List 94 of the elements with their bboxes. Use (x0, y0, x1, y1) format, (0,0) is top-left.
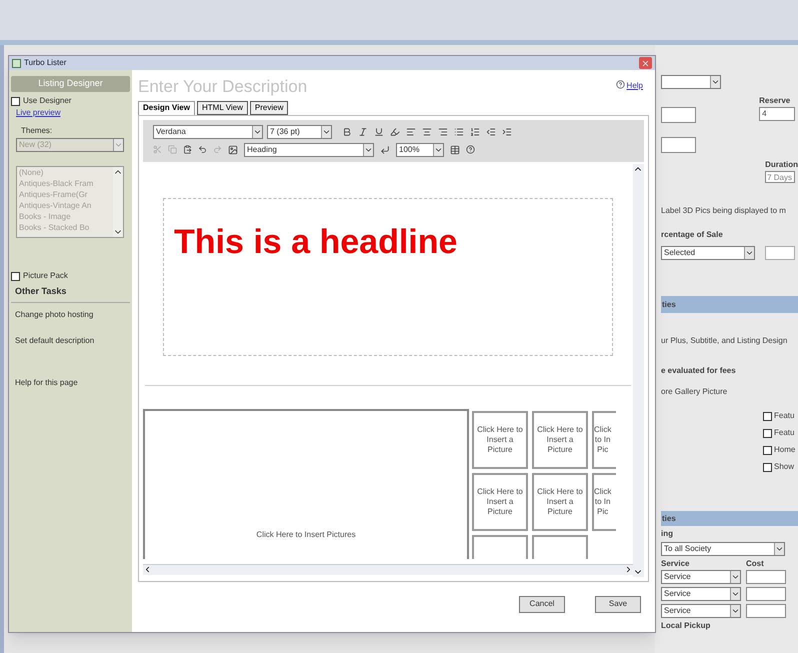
option-label: Show (774, 461, 794, 473)
picture-area[interactable]: Click Here to Insert Pictures (143, 408, 469, 558)
picture-slot[interactable]: Click Here to Insert a Picture (532, 472, 588, 530)
text-field[interactable] (661, 137, 696, 153)
format-icon[interactable] (502, 126, 512, 136)
close-icon (641, 58, 650, 68)
help-icon[interactable] (466, 145, 475, 154)
picture-slot[interactable]: Click to In Pic (592, 472, 616, 530)
table-icon[interactable] (450, 144, 460, 154)
note-text: ur Plus, Subtitle, and Listing Design (661, 335, 788, 347)
section-header: ties (661, 511, 798, 526)
picture-slot[interactable]: Click Here to Insert a Picture (532, 410, 588, 468)
zoom-select[interactable]: 100% (396, 142, 444, 156)
select-field[interactable] (661, 75, 721, 89)
themes-label: Themes: (21, 125, 54, 137)
help-link[interactable]: Help (626, 80, 643, 92)
format-icon[interactable] (438, 126, 448, 136)
tab[interactable]: HTML View (196, 100, 248, 114)
tab[interactable]: Design View (138, 100, 195, 114)
format-icon[interactable] (486, 126, 496, 136)
select-field[interactable]: Service (661, 604, 741, 618)
app-icon (12, 58, 21, 68)
undo-icon[interactable] (198, 145, 207, 154)
note-text: Label 3D Pics being displayed to m (661, 205, 787, 217)
field-label: Reserve (759, 95, 792, 107)
picture-slot[interactable]: Click to In Pic (592, 410, 616, 468)
format-icon[interactable] (374, 126, 384, 136)
dialog-heading: Enter Your Description (138, 76, 308, 98)
tab[interactable]: Preview (250, 100, 288, 114)
insert-pictures-text: Click Here to Insert Pictures (256, 528, 356, 540)
preview-link[interactable]: Live preview (16, 107, 130, 119)
task-link[interactable]: Change photo hosting (15, 308, 130, 320)
task-link[interactable]: Set default description (15, 334, 130, 346)
text-field[interactable] (746, 570, 786, 584)
note-text: ore Gallery Picture (661, 386, 728, 398)
dialog-button[interactable]: Cancel (519, 596, 565, 612)
window-title: Turbo Lister (24, 57, 66, 69)
text-field[interactable] (746, 604, 786, 618)
checkbox[interactable] (763, 446, 772, 454)
help-icon (616, 80, 625, 89)
picture-slot[interactable]: Click Here to Insert a Picture (472, 472, 528, 530)
format-icon[interactable] (406, 126, 416, 136)
select-field[interactable]: Service (661, 570, 741, 584)
checkbox[interactable] (763, 412, 772, 420)
section-label: e evaluated for fees (661, 365, 737, 377)
select-field[interactable]: To all Society (661, 542, 785, 556)
font-select[interactable]: Verdana (153, 124, 263, 138)
headline-block[interactable]: This is a headline (163, 198, 613, 356)
section-title: Other Tasks (15, 285, 68, 298)
format-icon[interactable] (470, 126, 480, 136)
text-field[interactable] (661, 107, 696, 123)
text-field[interactable]: 4 (759, 107, 796, 121)
checkbox-label: Use Designer (23, 95, 72, 107)
checkbox[interactable] (763, 428, 772, 438)
format-icon[interactable] (358, 126, 368, 136)
task-link[interactable]: Help for this page (15, 376, 130, 388)
scroll-left-icon[interactable] (143, 565, 152, 574)
option-label: Featu (774, 410, 794, 422)
section-label: rcentage of Sale (661, 229, 724, 241)
section-label: Local Pickup (661, 620, 712, 632)
paste-icon[interactable] (183, 145, 192, 154)
format-icon[interactable] (454, 126, 464, 136)
image-icon[interactable] (228, 144, 238, 154)
checkbox[interactable] (11, 96, 20, 106)
option-label: Featu (774, 427, 794, 439)
section-label: ing (661, 528, 674, 540)
dialog-button[interactable]: Save (595, 596, 641, 612)
line-break-icon[interactable] (380, 144, 390, 154)
text-field[interactable] (746, 587, 786, 601)
select-field[interactable]: Service (661, 587, 741, 601)
select-field[interactable]: Selected (661, 246, 755, 260)
picture-slot[interactable]: Click Here to Insert a Picture (472, 410, 528, 468)
field-label: Duration (765, 159, 798, 171)
format-icon[interactable] (342, 126, 352, 136)
text-field[interactable] (765, 246, 795, 260)
format-icon[interactable] (390, 126, 400, 136)
format-icon[interactable] (422, 126, 432, 136)
checkbox[interactable] (763, 462, 772, 472)
close-button[interactable] (639, 57, 652, 69)
headline-text: This is a headline (174, 222, 458, 260)
style-select[interactable]: Heading (244, 142, 374, 156)
vertical-scrollbar[interactable] (633, 164, 644, 576)
text-field[interactable]: 7 Days (765, 171, 796, 183)
section-header: ties (661, 296, 798, 313)
option-label: Home (774, 444, 796, 456)
column-label: Service (661, 558, 690, 570)
scrollbar[interactable] (113, 167, 123, 237)
checkbox[interactable] (11, 272, 20, 280)
horizontal-scrollbar[interactable] (143, 564, 633, 574)
column-label: Cost (746, 558, 764, 570)
sidebar-header: Listing Designer (11, 76, 130, 92)
size-select[interactable]: 7 (36 pt) (267, 124, 332, 138)
scroll-right-icon[interactable] (624, 565, 633, 574)
checkbox-label: Picture Pack (23, 270, 68, 282)
